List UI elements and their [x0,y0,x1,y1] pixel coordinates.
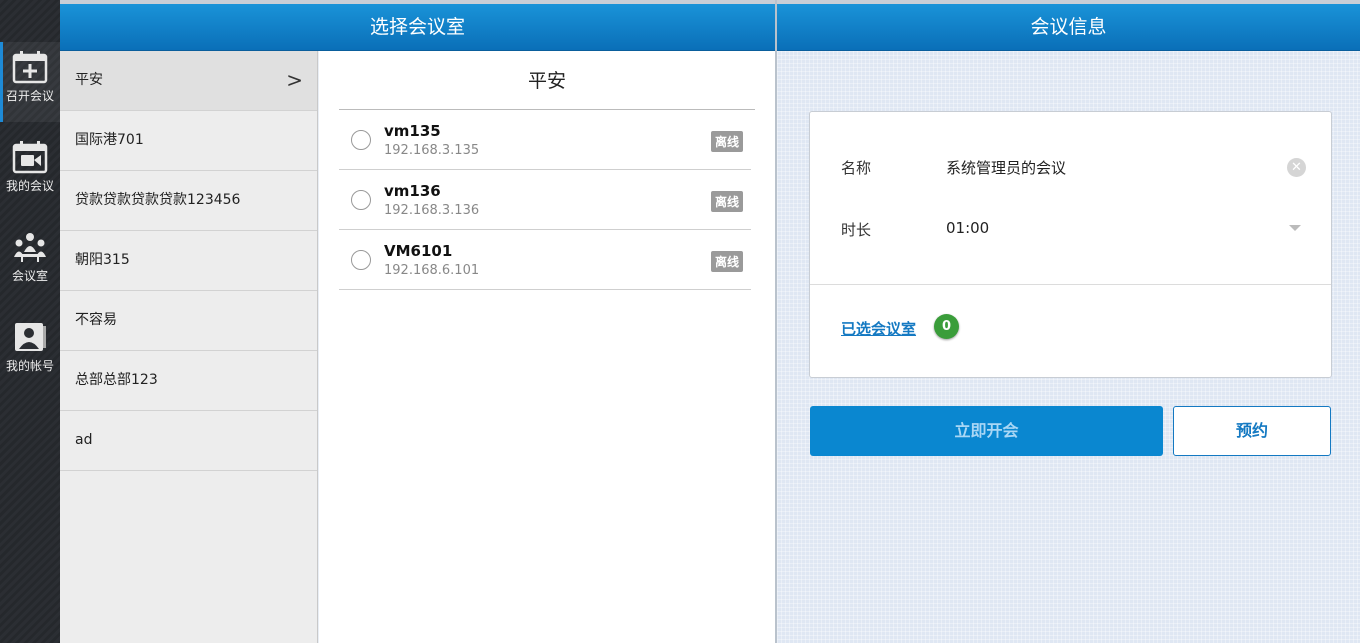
group-label: 平安 [75,72,103,88]
duration-label: 时长 [841,221,872,239]
room-group-list: 平安 > 国际港701 贷款贷款贷款贷款123456 朝阳315 不容易 总部总… [60,51,318,643]
nav-item-my-account[interactable]: 我的帐号 [0,312,60,392]
group-item[interactable]: ad [60,411,317,471]
nav-label: 我的帐号 [5,359,54,373]
room-name: vm136 [384,182,441,200]
chevron-down-icon[interactable] [1289,225,1301,231]
room-name: VM6101 [384,242,453,260]
status-badge: 离线 [710,251,743,272]
room-radio[interactable] [351,250,371,270]
room-list-panel: 平安 vm135 192.168.3.135 离线 vm136 192.168.… [319,51,775,643]
selected-rooms-link[interactable]: 已选会议室 [841,318,916,339]
group-item[interactable]: 总部总部123 [60,351,317,411]
room-name: vm135 [384,122,441,140]
book-meeting-button[interactable]: 预约 [1173,406,1331,456]
user-account-icon [15,323,46,351]
meeting-name-field[interactable]: 系统管理员的会议 [946,157,1066,178]
group-label: 不容易 [75,312,117,328]
group-label: 朝阳315 [75,252,130,268]
group-item[interactable]: 不容易 [60,291,317,351]
clear-icon[interactable]: ✕ [1287,158,1306,177]
group-label: 总部总部123 [75,372,158,388]
room-radio[interactable] [351,190,371,210]
group-label: 贷款贷款贷款贷款123456 [75,192,241,208]
nav-label: 会议室 [11,269,48,283]
room-ip: 192.168.3.135 [384,143,480,158]
group-item[interactable]: 国际港701 [60,111,317,171]
nav-label: 我的会议 [5,179,54,193]
start-meeting-button[interactable]: 立即开会 [810,406,1163,456]
group-item[interactable]: 朝阳315 [60,231,317,291]
calendar-video-icon [12,141,48,174]
room-ip: 192.168.3.136 [384,203,480,218]
name-label: 名称 [841,159,872,177]
chevron-right-icon: > [286,68,303,92]
meeting-room-icon [14,233,46,262]
group-label: ad [75,432,93,448]
selected-count-badge: 0 [934,314,959,339]
status-badge: 离线 [710,191,743,212]
meeting-info-card: 名称 系统管理员的会议 ✕ 时长 01:00 已选会议室 0 [809,111,1332,378]
nav-label: 召开会议 [5,89,54,103]
select-room-header: 选择会议室 [60,4,775,51]
room-radio[interactable] [351,130,371,150]
duration-select[interactable]: 01:00 [946,219,989,237]
main-nav: 召开会议 我的会议 会议室 我的帐号 [0,0,60,643]
calendar-plus-icon [12,51,48,84]
nav-item-start-meeting[interactable]: 召开会议 [0,42,60,122]
room-row[interactable]: vm136 192.168.3.136 离线 [339,170,751,230]
group-item[interactable]: 平安 > [60,51,317,111]
group-label: 国际港701 [75,132,144,148]
nav-item-meeting-rooms[interactable]: 会议室 [0,222,60,302]
room-row[interactable]: vm135 192.168.3.135 离线 [339,110,751,170]
room-ip: 192.168.6.101 [384,263,480,278]
nav-item-my-meetings[interactable]: 我的会议 [0,132,60,212]
group-item[interactable]: 贷款贷款贷款贷款123456 [60,171,317,231]
meeting-info-panel: 名称 系统管理员的会议 ✕ 时长 01:00 已选会议室 0 立即开会 预约 [777,51,1360,643]
status-badge: 离线 [710,131,743,152]
room-row[interactable]: VM6101 192.168.6.101 离线 [339,230,751,290]
divider [810,284,1331,285]
room-group-title: 平安 [339,51,755,110]
meeting-info-header: 会议信息 [777,4,1360,51]
